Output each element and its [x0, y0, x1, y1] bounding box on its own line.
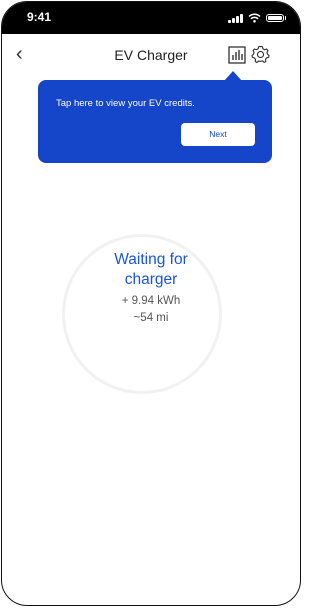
ev-credits-tooltip: Tap here to view your EV credits. Next [38, 71, 272, 163]
nav-bar: ‹ EV Charger [2, 40, 300, 72]
battery-icon [265, 14, 284, 22]
status-time: 9:41 [27, 10, 52, 24]
charging-status-line2: charger [124, 271, 178, 288]
status-icons [228, 11, 286, 25]
bar-chart-icon[interactable] [228, 46, 246, 64]
gear-icon[interactable] [251, 45, 270, 64]
charging-status-line1: Waiting for [114, 251, 188, 268]
status-bar: 9:41 [2, 2, 300, 34]
battery-tip [284, 16, 286, 20]
cellular-signal-icon [228, 13, 243, 23]
tooltip-message: Tap here to view your EV credits. [56, 98, 195, 109]
phone-frame: 9:41 ‹ EV Charger Tap here to view your … [1, 1, 301, 606]
next-button[interactable]: Next [181, 123, 255, 146]
charging-status: Waiting for charger [2, 250, 300, 290]
wifi-icon [247, 13, 261, 23]
range-added: ~54 mi [133, 312, 169, 324]
energy-added: + 9.94 kWh [121, 295, 181, 307]
